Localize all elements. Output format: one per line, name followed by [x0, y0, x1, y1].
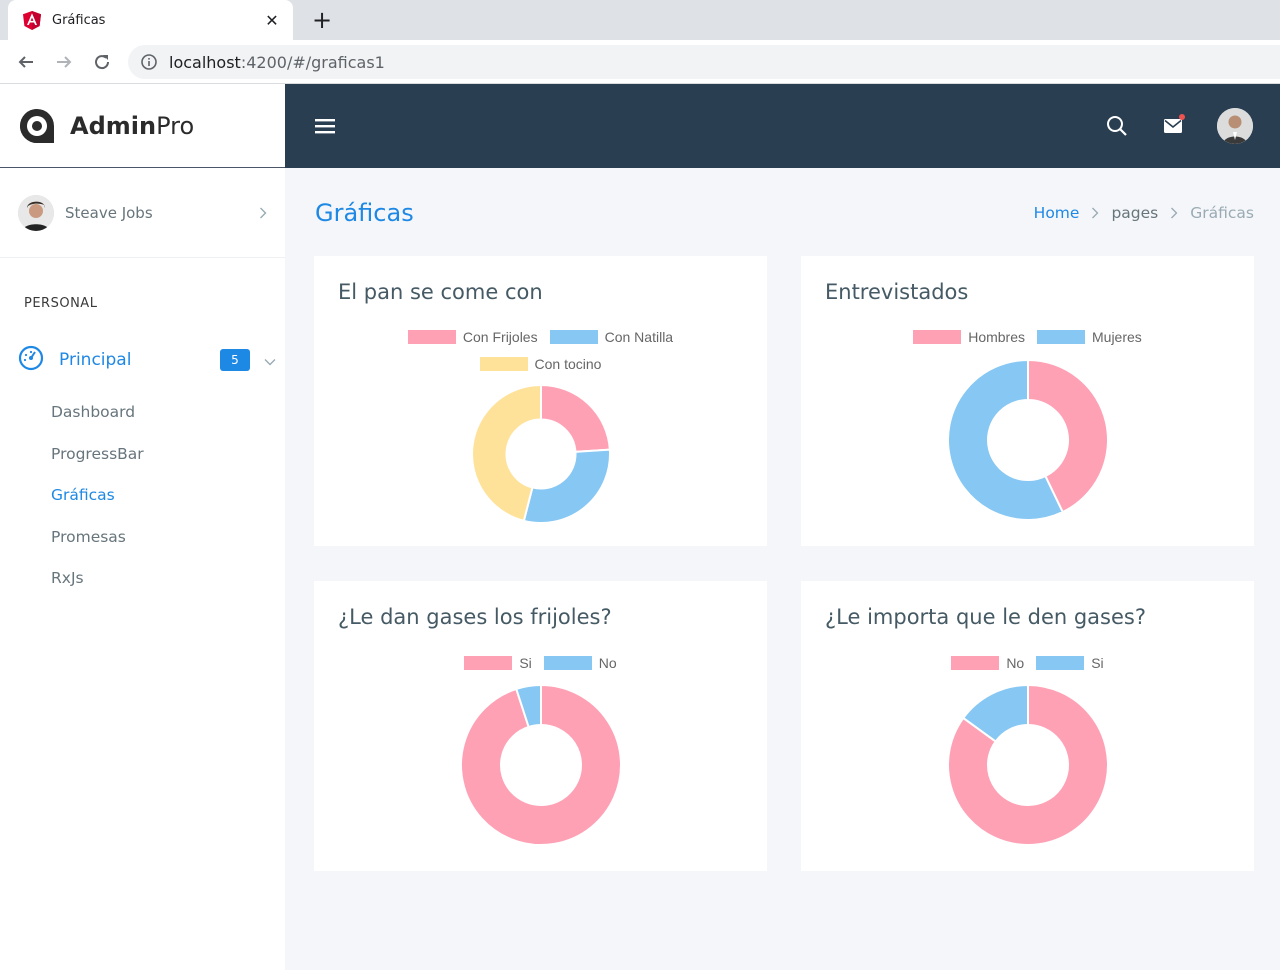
donut-chart — [460, 684, 622, 846]
legend-label: Hombres — [968, 328, 1025, 345]
legend-label: No — [598, 654, 617, 671]
legend-item[interactable]: Con tocino — [479, 355, 602, 372]
notification-dot — [1179, 114, 1185, 120]
close-tab-icon[interactable]: ✕ — [263, 11, 281, 30]
breadcrumb: Home pages Gráficas — [1034, 204, 1254, 222]
legend-item[interactable]: Mujeres — [1037, 329, 1142, 345]
page-title: Gráficas — [315, 199, 414, 227]
back-icon[interactable] — [14, 50, 38, 74]
chart-legend: Si No — [314, 649, 767, 676]
sidebar-item-graficas[interactable]: Gráficas — [51, 483, 144, 525]
new-tab-icon[interactable]: + — [308, 6, 336, 34]
chart-legend: No Si — [801, 649, 1254, 676]
legend-item[interactable]: Con Natilla — [549, 328, 674, 345]
gauge-icon — [18, 345, 44, 375]
chevron-right-icon — [1091, 207, 1099, 219]
menu-toggle-icon[interactable] — [309, 110, 341, 142]
logo[interactable]: AdminPro — [0, 84, 285, 168]
nav-section-label: PERSONAL — [24, 296, 98, 311]
url-text: localhost:4200/#/graficas1 — [169, 53, 385, 72]
chart-legend: Con Frijoles Con Natilla Con tocino — [314, 323, 767, 377]
browser-address-bar: localhost:4200/#/graficas1 — [0, 40, 1280, 84]
user-name: Steave Jobs — [65, 203, 153, 222]
legend-swatch — [549, 329, 598, 344]
browser-tab-bar: Gráficas ✕ + — [0, 0, 1280, 40]
brand-bold: Admin — [70, 111, 157, 140]
legend-swatch — [1037, 329, 1085, 344]
sidebar-item-progressbar[interactable]: ProgressBar — [51, 442, 144, 484]
angular-icon — [22, 10, 42, 30]
chart-card: Entrevistados Hombres Mujeres — [801, 256, 1254, 546]
donut-chart — [947, 359, 1109, 521]
sidebar-item-principal[interactable]: Principal 5 — [18, 344, 276, 376]
legend-label: Mujeres — [1092, 328, 1142, 345]
chart-legend: Hombres Mujeres — [801, 323, 1254, 350]
sidebar-item-dashboard[interactable]: Dashboard — [51, 400, 144, 442]
legend-item[interactable]: Si — [1036, 654, 1104, 671]
chevron-right-icon — [257, 207, 269, 219]
profile-avatar[interactable] — [1217, 108, 1253, 144]
legend-item[interactable]: Hombres — [913, 329, 1025, 345]
count-badge: 5 — [220, 349, 250, 371]
donut-chart — [947, 684, 1109, 846]
chart-title: El pan se come con — [338, 280, 543, 304]
sidebar: Steave Jobs PERSONAL Principal 5 Dashboa… — [0, 168, 285, 970]
legend-swatch — [951, 655, 1000, 670]
forward-icon[interactable] — [52, 50, 76, 74]
chevron-down-icon[interactable] — [264, 351, 276, 370]
legend-item[interactable]: No — [951, 655, 1024, 671]
chart-title: ¿Le dan gases los frijoles? — [338, 605, 612, 629]
tab-title: Gráficas — [52, 12, 106, 28]
chart-title: ¿Le importa que le den gases? — [825, 605, 1146, 629]
legend-label: Si — [1091, 654, 1104, 671]
url-host: localhost — [169, 52, 241, 72]
reload-icon[interactable] — [90, 50, 114, 74]
top-navbar — [285, 84, 1280, 168]
chart-title: Entrevistados — [825, 280, 969, 304]
user-profile-link[interactable]: Steave Jobs — [0, 168, 285, 258]
legend-swatch — [479, 356, 528, 371]
chart-card: ¿Le dan gases los frijoles? Si No — [314, 581, 767, 871]
legend-label: Si — [519, 654, 532, 671]
chevron-right-icon — [1170, 207, 1178, 219]
legend-swatch — [464, 655, 513, 670]
chart-card: El pan se come con Con Frijoles Con Nati… — [314, 256, 767, 546]
legend-label: Con Natilla — [604, 328, 674, 345]
sidebar-item-promesas[interactable]: Promesas — [51, 525, 144, 567]
submenu: Dashboard ProgressBar Gráficas Promesas … — [51, 400, 144, 608]
url-bar[interactable]: localhost:4200/#/graficas1 — [128, 45, 1280, 79]
logo-icon — [20, 108, 54, 143]
mail-icon[interactable] — [1157, 110, 1189, 142]
breadcrumb-pages[interactable]: pages — [1111, 204, 1158, 222]
legend-label: No — [1006, 654, 1025, 671]
sidebar-item-rxjs[interactable]: RxJs — [51, 566, 144, 608]
search-icon[interactable] — [1101, 110, 1133, 142]
legend-item[interactable]: Si — [464, 654, 532, 671]
legend-swatch — [1036, 655, 1085, 670]
url-path: :4200/#/graficas1 — [240, 52, 385, 72]
donut-slice[interactable] — [522, 448, 611, 524]
legend-swatch — [913, 329, 962, 344]
browser-tab[interactable]: Gráficas ✕ — [8, 0, 293, 40]
legend-swatch — [407, 329, 456, 344]
legend-label: Con tocino — [534, 355, 602, 372]
brand-light: Pro — [156, 111, 195, 140]
breadcrumb-current: Gráficas — [1190, 204, 1254, 222]
sidebar-item-label: Principal — [59, 350, 132, 370]
legend-item[interactable]: No — [543, 654, 617, 671]
breadcrumb-home[interactable]: Home — [1034, 204, 1080, 222]
legend-swatch — [543, 655, 592, 670]
donut-slice[interactable] — [540, 384, 611, 453]
brand-name: AdminPro — [70, 112, 194, 140]
donut-chart — [471, 384, 611, 524]
info-icon[interactable] — [140, 53, 158, 71]
legend-item[interactable]: Con Frijoles — [407, 328, 538, 345]
user-avatar — [18, 194, 54, 231]
chart-card: ¿Le importa que le den gases? No Si — [801, 581, 1254, 871]
legend-label: Con Frijoles — [462, 328, 538, 345]
